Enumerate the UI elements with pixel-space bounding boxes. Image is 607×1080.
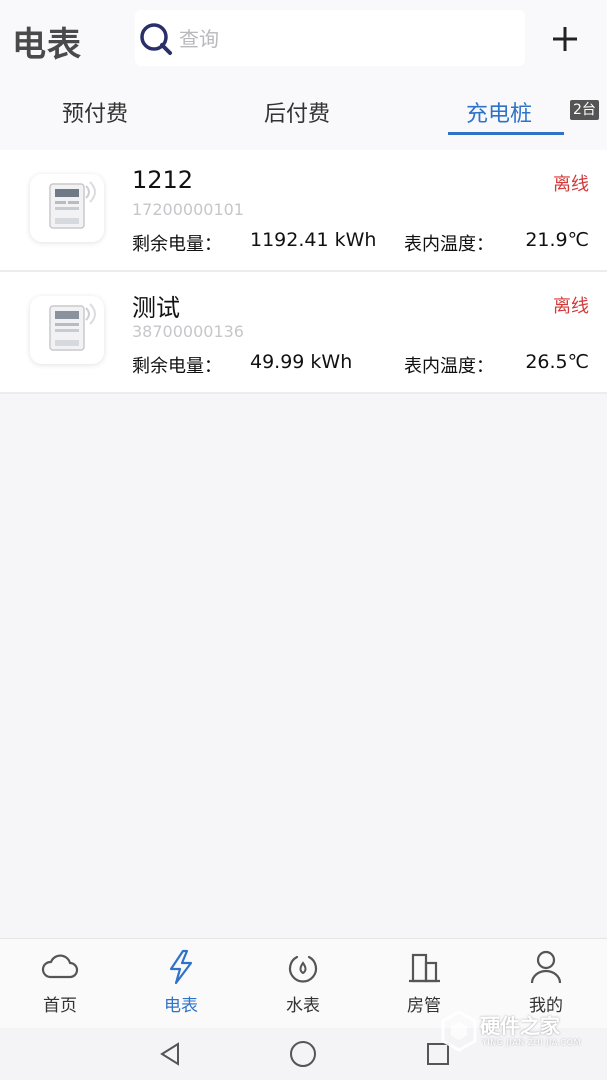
user-icon xyxy=(530,950,562,984)
tab-bar: 预付费 后付费 充电桩 2台 xyxy=(0,88,607,140)
watermark-title: 硬件之家 xyxy=(480,1014,560,1038)
plus-icon[interactable] xyxy=(543,17,587,61)
temperature-label: 表内温度： xyxy=(404,356,494,377)
water-drop-icon xyxy=(288,955,318,983)
remaining-power-value: 1192.41 kWh xyxy=(250,229,377,251)
watermark-logo-icon xyxy=(441,1010,477,1052)
nav-water-meter[interactable]: 水表 xyxy=(253,939,353,1029)
nav-electric-meter[interactable]: 电表 xyxy=(131,939,231,1029)
electric-meter-icon xyxy=(30,174,104,242)
lightning-icon xyxy=(169,949,193,985)
meter-card[interactable]: 1212 离线 17200000101 剩余电量： 1192.41 kWh 表内… xyxy=(0,150,607,272)
nav-label: 首页 xyxy=(43,996,77,1016)
header: 电表 预付费 后付费 充电桩 2台 xyxy=(0,0,607,150)
status-badge: 离线 xyxy=(553,174,589,195)
electric-meter-icon xyxy=(30,296,104,364)
search-input[interactable] xyxy=(177,24,511,54)
meter-list: 1212 离线 17200000101 剩余电量： 1192.41 kWh 表内… xyxy=(0,150,607,394)
meter-name: 测试 xyxy=(132,294,180,322)
remaining-power-label: 剩余电量： xyxy=(132,356,222,377)
cloud-icon xyxy=(41,954,79,979)
home-circle-icon[interactable] xyxy=(287,1038,319,1070)
temperature-value: 26.5℃ xyxy=(525,351,589,373)
meter-serial: 38700000136 xyxy=(132,322,244,341)
page-title: 电表 xyxy=(12,25,82,65)
meter-card[interactable]: 测试 离线 38700000136 剩余电量： 49.99 kWh 表内温度： … xyxy=(0,272,607,394)
status-badge: 离线 xyxy=(553,296,589,317)
nav-label: 电表 xyxy=(164,996,198,1016)
temperature-label: 表内温度： xyxy=(404,234,494,255)
back-triangle-icon[interactable] xyxy=(154,1038,186,1070)
active-tab-indicator xyxy=(448,132,564,135)
watermark: 硬件之家 YING JIAN ZHI JIA.COM xyxy=(440,1006,600,1056)
tab-label: 充电桩 xyxy=(466,102,533,127)
remaining-power-value: 49.99 kWh xyxy=(250,351,353,373)
nav-home[interactable]: 首页 xyxy=(10,939,110,1029)
nav-label: 水表 xyxy=(286,996,320,1016)
search-bar[interactable] xyxy=(135,10,525,66)
meter-serial: 17200000101 xyxy=(132,200,244,219)
building-icon xyxy=(409,953,440,983)
remaining-power-label: 剩余电量： xyxy=(132,234,222,255)
watermark-subtitle: YING JIAN ZHI JIA.COM xyxy=(482,1038,581,1047)
count-badge: 2台 xyxy=(570,100,599,120)
tab-label: 后付费 xyxy=(264,102,331,127)
temperature-value: 21.9℃ xyxy=(525,229,589,251)
tab-label: 预付费 xyxy=(62,102,129,127)
search-icon[interactable] xyxy=(139,22,173,56)
meter-name: 1212 xyxy=(132,166,194,194)
